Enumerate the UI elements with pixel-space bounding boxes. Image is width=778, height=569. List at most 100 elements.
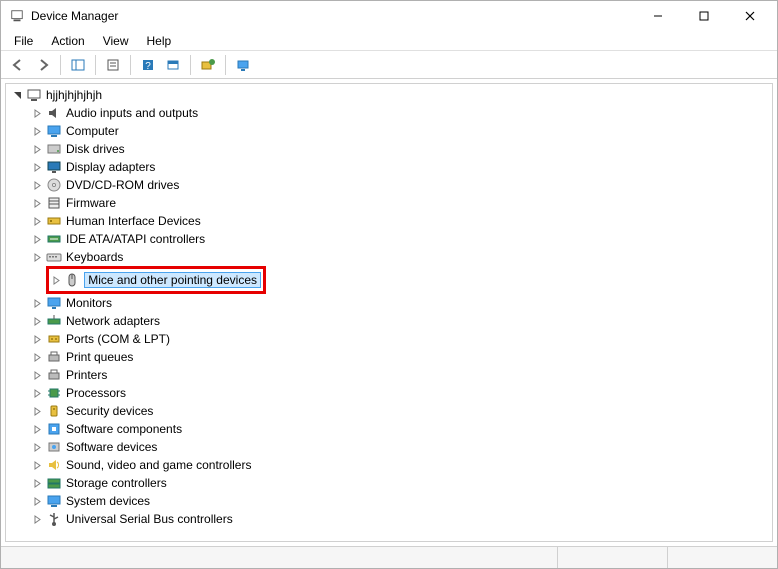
- expander-closed-icon[interactable]: [30, 332, 44, 346]
- status-cell: [1, 547, 557, 568]
- tree-category-row[interactable]: Firmware: [30, 194, 772, 212]
- devices-and-printers-button[interactable]: [232, 54, 254, 76]
- forward-button[interactable]: [32, 54, 54, 76]
- expander-closed-icon[interactable]: [30, 106, 44, 120]
- help-button[interactable]: ?: [137, 54, 159, 76]
- tree-category-row[interactable]: Computer: [30, 122, 772, 140]
- app-icon: [9, 8, 25, 24]
- category-label[interactable]: Storage controllers: [66, 476, 167, 490]
- back-button[interactable]: [7, 54, 29, 76]
- expander-closed-icon[interactable]: [30, 422, 44, 436]
- expander-closed-icon[interactable]: [30, 512, 44, 526]
- tree-category-row[interactable]: Processors: [30, 384, 772, 402]
- tree-category-row[interactable]: Universal Serial Bus controllers: [30, 510, 772, 528]
- tree-category-row[interactable]: Network adapters: [30, 312, 772, 330]
- expander-open-icon[interactable]: [10, 88, 24, 102]
- tree-category-row[interactable]: Print queues: [30, 348, 772, 366]
- category-label[interactable]: Network adapters: [66, 314, 160, 328]
- expander-closed-icon[interactable]: [30, 314, 44, 328]
- tree-category-row[interactable]: Audio inputs and outputs: [30, 104, 772, 122]
- tree-category-row[interactable]: Keyboards: [30, 248, 772, 266]
- menu-view[interactable]: View: [94, 32, 138, 50]
- menu-bar: File Action View Help: [1, 31, 777, 51]
- category-label[interactable]: Audio inputs and outputs: [66, 106, 198, 120]
- expander-closed-icon[interactable]: [30, 142, 44, 156]
- category-label[interactable]: Computer: [66, 124, 119, 138]
- tree-category-row[interactable]: Software components: [30, 420, 772, 438]
- tree-category-row[interactable]: System devices: [30, 492, 772, 510]
- tree-category-row[interactable]: Human Interface Devices: [30, 212, 772, 230]
- tree-category-row[interactable]: Printers: [30, 366, 772, 384]
- tree-category-row[interactable]: Monitors: [30, 294, 772, 312]
- title-bar: Device Manager: [1, 1, 777, 31]
- tree-category-row[interactable]: Software devices: [30, 438, 772, 456]
- tree-category-row[interactable]: Ports (COM & LPT): [30, 330, 772, 348]
- expander-closed-icon[interactable]: [30, 296, 44, 310]
- category-label[interactable]: Monitors: [66, 296, 112, 310]
- properties-button[interactable]: [102, 54, 124, 76]
- maximize-button[interactable]: [681, 2, 727, 30]
- status-cell: [557, 547, 667, 568]
- expander-closed-icon[interactable]: [30, 476, 44, 490]
- minimize-button[interactable]: [635, 2, 681, 30]
- monitor-icon: [46, 295, 62, 311]
- tree-category-row[interactable]: Mice and other pointing devices: [51, 271, 261, 289]
- category-label[interactable]: DVD/CD-ROM drives: [66, 178, 179, 192]
- tree-category-row[interactable]: Disk drives: [30, 140, 772, 158]
- category-label[interactable]: IDE ATA/ATAPI controllers: [66, 232, 205, 246]
- expander-closed-icon[interactable]: [30, 494, 44, 508]
- window-controls: [635, 2, 773, 30]
- category-label[interactable]: Disk drives: [66, 142, 125, 156]
- expander-closed-icon[interactable]: [30, 386, 44, 400]
- menu-file[interactable]: File: [5, 32, 42, 50]
- menu-action[interactable]: Action: [42, 32, 93, 50]
- root-label[interactable]: hjjhjhjhjhjh: [46, 88, 102, 102]
- category-label[interactable]: Keyboards: [66, 250, 123, 264]
- action-button[interactable]: [162, 54, 184, 76]
- tree-category-row[interactable]: DVD/CD-ROM drives: [30, 176, 772, 194]
- category-label[interactable]: Mice and other pointing devices: [84, 272, 261, 288]
- expander-closed-icon[interactable]: [30, 196, 44, 210]
- menu-help[interactable]: Help: [138, 32, 181, 50]
- cpu-icon: [46, 385, 62, 401]
- expander-closed-icon[interactable]: [30, 250, 44, 264]
- close-button[interactable]: [727, 2, 773, 30]
- category-label[interactable]: Software components: [66, 422, 182, 436]
- tree-category-row[interactable]: Sound, video and game controllers: [30, 456, 772, 474]
- tree-category-row[interactable]: Display adapters: [30, 158, 772, 176]
- expander-closed-icon[interactable]: [30, 160, 44, 174]
- printer-icon: [46, 367, 62, 383]
- tree-category-row[interactable]: Storage controllers: [30, 474, 772, 492]
- category-label[interactable]: Security devices: [66, 404, 153, 418]
- category-label[interactable]: Firmware: [66, 196, 116, 210]
- category-label[interactable]: Software devices: [66, 440, 157, 454]
- port-icon: [46, 331, 62, 347]
- category-label[interactable]: Universal Serial Bus controllers: [66, 512, 233, 526]
- category-label[interactable]: Human Interface Devices: [66, 214, 201, 228]
- expander-closed-icon[interactable]: [30, 440, 44, 454]
- tree-category-row[interactable]: IDE ATA/ATAPI controllers: [30, 230, 772, 248]
- category-label[interactable]: Sound, video and game controllers: [66, 458, 251, 472]
- expander-closed-icon[interactable]: [30, 404, 44, 418]
- scan-hardware-button[interactable]: [197, 54, 219, 76]
- tree-category-row[interactable]: Security devices: [30, 402, 772, 420]
- category-label[interactable]: Ports (COM & LPT): [66, 332, 170, 346]
- expander-closed-icon[interactable]: [30, 214, 44, 228]
- expander-closed-icon[interactable]: [51, 273, 62, 287]
- expander-closed-icon[interactable]: [30, 458, 44, 472]
- expander-closed-icon[interactable]: [30, 368, 44, 382]
- category-label[interactable]: Print queues: [66, 350, 133, 364]
- category-label[interactable]: Processors: [66, 386, 126, 400]
- expander-closed-icon[interactable]: [30, 350, 44, 364]
- show-hide-tree-button[interactable]: [67, 54, 89, 76]
- category-label[interactable]: Printers: [66, 368, 107, 382]
- status-cell: [667, 547, 777, 568]
- device-tree[interactable]: hjjhjhjhjhjh Audio inputs and outputs Com…: [5, 83, 773, 542]
- category-label[interactable]: Display adapters: [66, 160, 155, 174]
- expander-closed-icon[interactable]: [30, 178, 44, 192]
- expander-closed-icon[interactable]: [30, 232, 44, 246]
- tree-root-row[interactable]: hjjhjhjhjhjh: [10, 86, 772, 104]
- toolbar: ?: [1, 51, 777, 79]
- expander-closed-icon[interactable]: [30, 124, 44, 138]
- category-label[interactable]: System devices: [66, 494, 150, 508]
